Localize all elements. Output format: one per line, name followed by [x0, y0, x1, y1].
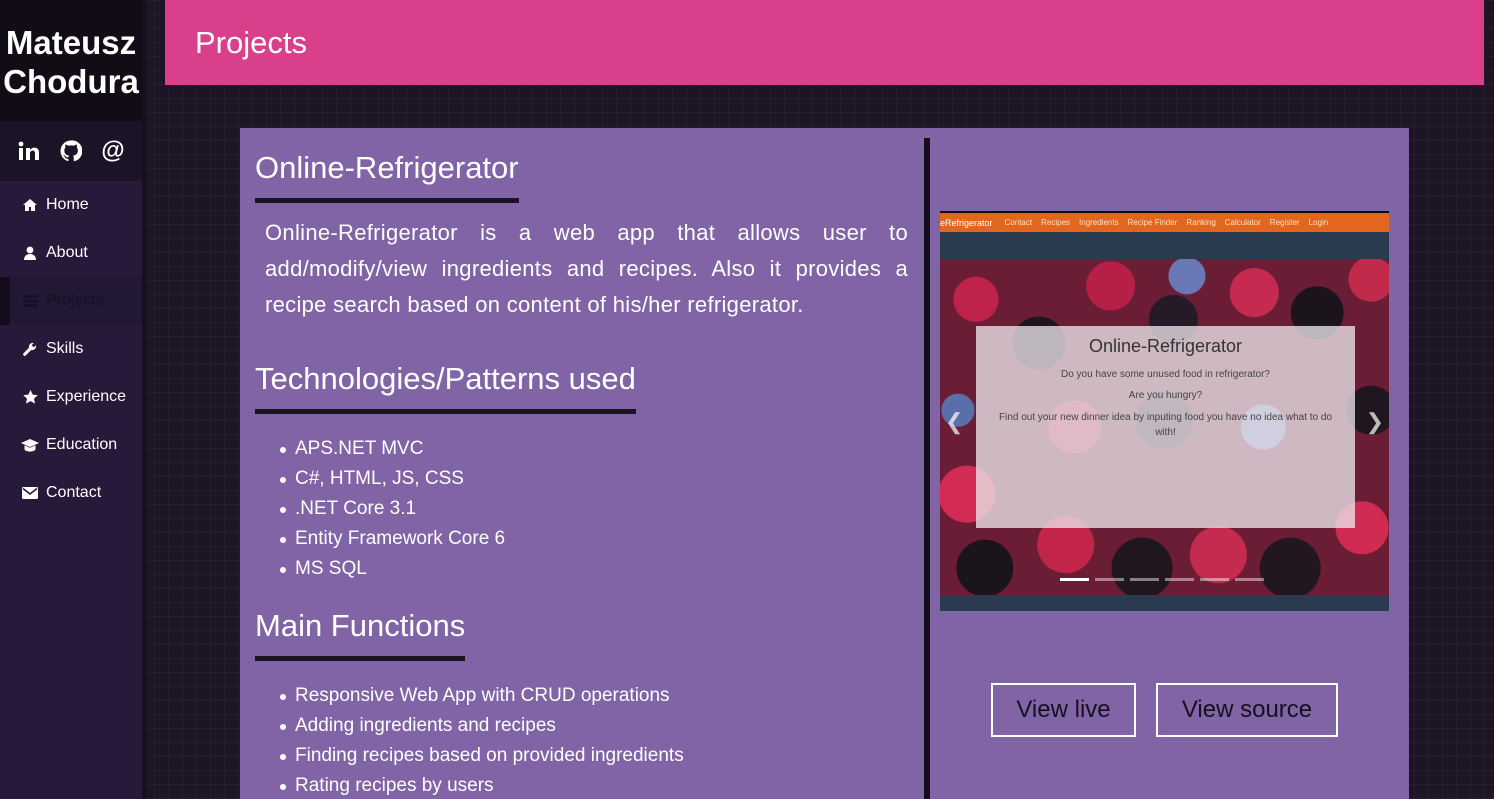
carousel-indicator: [1200, 578, 1229, 581]
preview-nav-item: Calculator: [1224, 218, 1261, 227]
preview-nav-item: Login: [1308, 218, 1329, 227]
brand-name[interactable]: Mateusz Chodura: [0, 0, 142, 121]
view-live-button[interactable]: View live: [991, 683, 1136, 737]
sidebar-item-contact[interactable]: Contact: [0, 469, 142, 517]
list-icon: [21, 293, 39, 309]
project-description: Online-Refrigerator is a web app that al…: [265, 220, 908, 317]
main-functions-heading: Main Functions: [255, 606, 466, 661]
sidebar-nav: Home About Projects Skills Experience Ed…: [0, 181, 142, 517]
sidebar-item-education[interactable]: Education: [0, 421, 142, 469]
sidebar-item-label: Contact: [46, 484, 102, 501]
list-item: .NET Core 3.1: [280, 494, 910, 524]
list-item: Entity Framework Core 6: [280, 524, 910, 554]
brand-last-name: Chodura: [3, 62, 139, 100]
technologies-heading: Technologies/Patterns used: [255, 359, 636, 414]
brand-first-name: Mateusz: [5, 23, 137, 61]
carousel-indicator: [1130, 578, 1159, 581]
sidebar: Mateusz Chodura @ Home About Projects Sk…: [0, 0, 146, 799]
preview-nav-item: Recipes: [1041, 218, 1071, 227]
preview-text: Do you have some unused food in refriger…: [1060, 369, 1270, 380]
sidebar-item-home[interactable]: Home: [0, 181, 142, 229]
project-card: Online-Refrigerator Online-Refrigerator …: [240, 128, 1409, 799]
sidebar-item-label: About: [46, 244, 88, 261]
list-item: Responsive Web App with CRUD operations: [280, 681, 910, 711]
functions-list: Responsive Web App with CRUD operations …: [280, 681, 910, 799]
preview-nav-item: Contact: [1004, 218, 1033, 227]
preview-hero-image: ❮ ❯ Online-Refrigerator Do you have some…: [940, 259, 1389, 595]
envelope-icon: [21, 485, 39, 501]
linkedin-icon[interactable]: [14, 136, 44, 166]
list-item: Rating recipes by users: [280, 771, 910, 799]
preview-nav-item: Recipe Finder: [1127, 218, 1178, 227]
github-icon[interactable]: [56, 136, 86, 166]
sidebar-item-experience[interactable]: Experience: [0, 373, 142, 421]
project-screenshot: eRefrigerator Contact Recipes Ingredient…: [940, 211, 1389, 611]
home-icon: [21, 197, 39, 213]
sidebar-item-label: Projects: [46, 292, 104, 309]
list-item: MS SQL: [280, 554, 910, 584]
carousel-indicator: [1165, 578, 1194, 581]
preview-subbar: [940, 232, 1389, 259]
carousel-indicator: [1095, 578, 1124, 581]
list-item: Adding ingredients and recipes: [280, 711, 910, 741]
preview-footer: [940, 595, 1389, 611]
chevron-left-icon: ❮: [945, 409, 964, 434]
preview-hero-title: Online-Refrigerator: [1088, 336, 1243, 356]
sidebar-item-label: Education: [46, 436, 118, 453]
social-links: @: [0, 121, 142, 181]
carousel-indicator: [1235, 578, 1264, 581]
preview-caption: Online-Refrigerator Do you have some unu…: [976, 326, 1355, 528]
preview-nav-item: Ingredients: [1079, 218, 1119, 227]
page-header: Projects: [165, 0, 1484, 85]
preview-navbar: eRefrigerator Contact Recipes Ingredient…: [940, 213, 1389, 232]
wrench-icon: [21, 341, 39, 357]
list-item: Finding recipes based on provided ingred…: [280, 741, 910, 771]
preview-nav-item: Ranking: [1186, 218, 1216, 227]
preview-text: Find out your new dinner idea by inputin…: [998, 412, 1332, 438]
preview-text: Are you hungry?: [1128, 390, 1203, 401]
sidebar-item-skills[interactable]: Skills: [0, 325, 142, 373]
at-icon[interactable]: @: [98, 136, 128, 166]
project-title: Online-Refrigerator: [255, 148, 519, 203]
sidebar-item-about[interactable]: About: [0, 229, 142, 277]
star-icon: [21, 389, 39, 405]
sidebar-item-label: Experience: [46, 388, 127, 405]
sidebar-item-label: Skills: [46, 340, 84, 357]
view-source-button[interactable]: View source: [1156, 683, 1338, 737]
technologies-list: APS.NET MVC C#, HTML, JS, CSS .NET Core …: [280, 434, 910, 584]
project-details: Online-Refrigerator Online-Refrigerator …: [255, 148, 910, 799]
preview-brand: eRefrigerator: [940, 217, 993, 228]
user-icon: [21, 245, 39, 261]
chevron-right-icon: ❯: [1365, 409, 1384, 434]
page-title: Projects: [195, 24, 307, 60]
preview-nav-item: Register: [1269, 218, 1300, 227]
preview-carousel-indicators: [1060, 578, 1264, 581]
sidebar-item-projects[interactable]: Projects: [0, 277, 142, 325]
sidebar-item-label: Home: [46, 196, 89, 213]
at-icon-glyph: @: [101, 137, 125, 164]
graduation-cap-icon: [21, 437, 39, 453]
carousel-indicator: [1060, 578, 1089, 581]
column-divider: [924, 138, 930, 799]
list-item: APS.NET MVC: [280, 434, 910, 464]
list-item: C#, HTML, JS, CSS: [280, 464, 910, 494]
